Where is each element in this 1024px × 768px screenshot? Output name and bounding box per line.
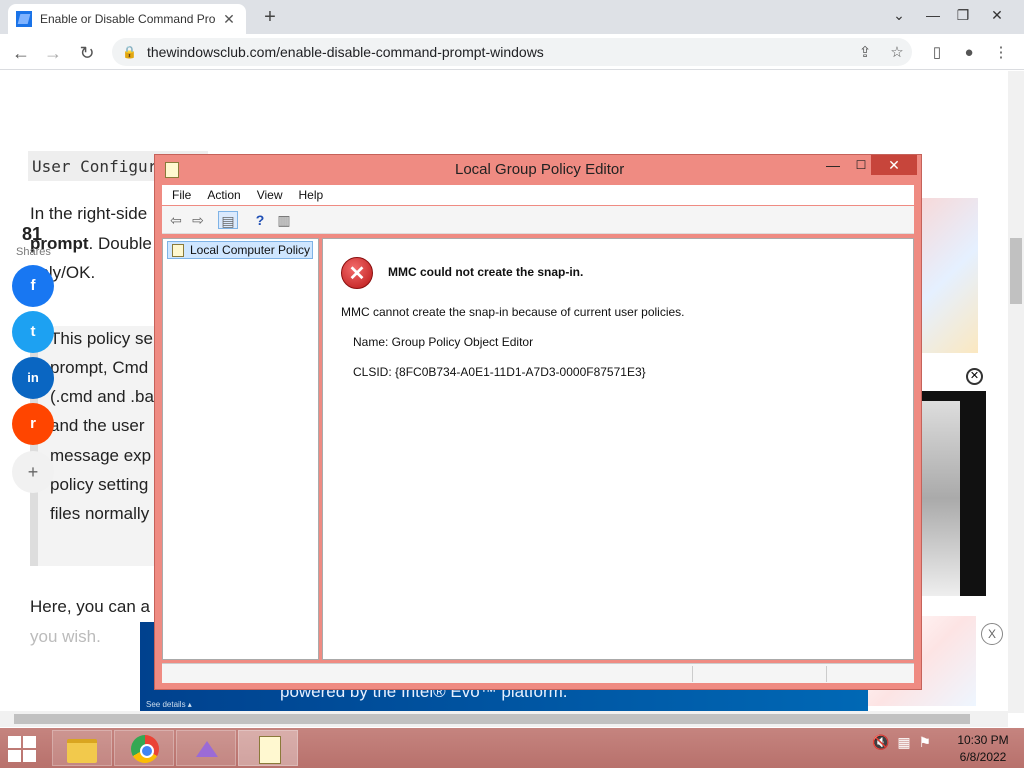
mmc-status-bar (162, 663, 914, 683)
quote-line: prompt, Cmd (50, 358, 149, 377)
start-button-windows-icon[interactable] (6, 734, 38, 762)
browser-toolbar: ← → ↻ 🔒 thewindowsclub.com/enable-disabl… (0, 34, 1024, 70)
snapin-name: Name: Group Policy Object Editor (353, 335, 534, 349)
show-hide-console-tree-icon[interactable]: ▤ (218, 211, 238, 229)
vertical-scrollbar[interactable] (1008, 71, 1024, 713)
details-pane: ✕ MMC could not create the snap-in. MMC … (322, 238, 914, 660)
twitter-share-button[interactable]: t (12, 311, 54, 353)
article-text: . Double (88, 234, 152, 253)
side-panel-icon[interactable]: ▯ (926, 42, 948, 64)
facebook-share-button[interactable]: f (12, 265, 54, 307)
clock-time[interactable]: 10:30 PM (950, 733, 1016, 747)
back-arrow-icon[interactable]: ← (8, 40, 34, 66)
chrome-taskbar-icon[interactable] (114, 730, 174, 766)
app-taskbar-icon[interactable] (176, 730, 236, 766)
browser-tab[interactable]: Enable or Disable Command Pro ✕ (8, 4, 246, 34)
tab-title: Enable or Disable Command Pro (40, 12, 216, 26)
share-label: Shares (16, 246, 51, 258)
menu-file[interactable]: File (172, 188, 191, 202)
quote-line: files normally (50, 504, 150, 523)
error-title: MMC could not create the snap-in. (388, 265, 584, 279)
group-policy-taskbar-icon[interactable] (238, 730, 298, 766)
mmc-minimize-button[interactable]: — (819, 155, 847, 177)
video-ad-frame (920, 401, 960, 596)
file-explorer-taskbar-icon[interactable] (52, 730, 112, 766)
address-bar[interactable]: 🔒 thewindowsclub.com/enable-disable-comm… (112, 38, 912, 66)
more-share-button[interactable]: + (12, 451, 54, 493)
quote-line: (.cmd and .ba (50, 387, 154, 406)
share-icon[interactable]: ⇪ (854, 42, 876, 64)
article-paragraph-line: Here, you can a (30, 597, 151, 616)
window-title: Local Group Policy Editor (455, 161, 625, 178)
mmc-app-icon (165, 162, 179, 178)
bookmark-star-icon[interactable]: ☆ (886, 42, 908, 64)
forward-arrow-icon[interactable]: ⇨ (188, 211, 208, 229)
snapin-clsid: CLSID: {8FC0B734-A0E1-11D1-A7D3-0000F875… (353, 365, 646, 379)
window-minimize-button[interactable]: — (916, 0, 950, 30)
article-paragraph-line: In the right-side (30, 204, 148, 223)
action-center-flag-icon[interactable]: ⚑ (918, 734, 931, 750)
tree-node-label: Local Computer Policy (190, 243, 311, 257)
status-divider (826, 666, 827, 682)
side-advertisement-image[interactable] (920, 198, 978, 353)
clock-date[interactable]: 6/8/2022 (950, 750, 1016, 764)
menu-action[interactable]: Action (207, 188, 240, 202)
quote-line: and the user (50, 416, 145, 435)
quote-line: policy setting (50, 475, 149, 494)
quote-line: This policy se (50, 329, 153, 348)
share-count: 81 (22, 224, 43, 244)
show-hide-action-pane-icon[interactable]: ▥ (274, 211, 294, 229)
system-tray: 🔇 ▦ ⚑ (872, 734, 931, 751)
tab-close-icon[interactable]: ✕ (220, 11, 238, 28)
lock-icon: 🔒 (122, 45, 137, 59)
mmc-close-button[interactable]: ✕ (871, 155, 917, 175)
volume-muted-icon[interactable]: 🔇 (872, 734, 889, 750)
window-restore-button[interactable]: ❐ (946, 0, 980, 30)
article-paragraph-line: you wish. (30, 627, 101, 646)
browser-tab-bar: Enable or Disable Command Pro ✕ + ⌄ — ❐ … (0, 0, 1024, 34)
window-close-button[interactable]: ✕ (980, 0, 1014, 30)
mmc-menu-bar: File Action View Help (162, 185, 914, 205)
forward-arrow-icon[interactable]: → (40, 40, 66, 66)
status-divider (692, 666, 693, 682)
tree-node-local-computer-policy[interactable]: Local Computer Policy (167, 241, 313, 259)
url-text: thewindowsclub.com/enable-disable-comman… (146, 44, 544, 60)
network-icon[interactable]: ▦ (897, 734, 910, 750)
reddit-share-button[interactable]: r (12, 403, 54, 445)
vertical-scroll-thumb[interactable] (1010, 238, 1022, 304)
ad-close-icon[interactable]: ✕ (966, 368, 983, 385)
error-message: MMC cannot create the snap-in because of… (341, 305, 685, 319)
horizontal-scroll-thumb[interactable] (14, 714, 970, 724)
menu-help[interactable]: Help (299, 188, 324, 202)
browser-menu-icon[interactable]: ⋮ (990, 42, 1012, 64)
help-icon[interactable]: ? (250, 211, 270, 229)
new-tab-button[interactable]: + (258, 6, 282, 30)
error-x-icon: ✕ (341, 257, 373, 289)
policy-document-icon (172, 243, 184, 257)
tab-search-chevron-icon[interactable]: ⌄ (882, 0, 916, 30)
console-tree-pane: Local Computer Policy (162, 238, 319, 660)
group-policy-editor-window[interactable]: Local Group Policy Editor — ☐ ✕ File Act… (154, 154, 922, 690)
banner-see-details-link[interactable]: See details ▴ (146, 700, 192, 709)
banner-close-button[interactable]: X (981, 623, 1003, 645)
back-arrow-icon[interactable]: ⇦ (166, 211, 186, 229)
profile-avatar-icon[interactable]: ● (958, 42, 980, 64)
windows-taskbar: 🔇 ▦ ⚑ 10:30 PM 6/8/2022 (0, 728, 1024, 768)
menu-view[interactable]: View (257, 188, 283, 202)
quote-line: message exp (50, 446, 152, 465)
site-favicon-icon (16, 11, 32, 27)
linkedin-share-button[interactable]: in (12, 357, 54, 399)
reload-icon[interactable]: ↻ (74, 40, 100, 66)
mmc-toolbar: ⇦ ⇨ ▤ ? ▥ (162, 206, 914, 234)
